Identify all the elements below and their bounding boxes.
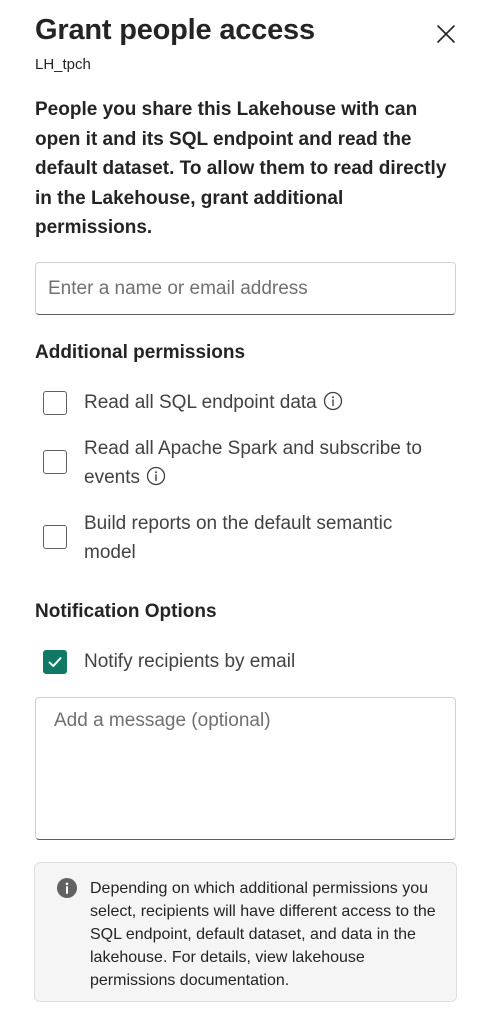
- permission-read-spark-checkbox[interactable]: [43, 450, 67, 474]
- notify-email-label[interactable]: Notify recipients by email: [84, 647, 454, 676]
- dialog-title: Grant people access: [35, 14, 315, 46]
- info-icon[interactable]: [323, 391, 343, 411]
- permissions-notice: Depending on which additional permission…: [34, 862, 457, 1002]
- permission-read-sql-checkbox[interactable]: [43, 391, 67, 415]
- permission-read-sql-row: [43, 391, 67, 415]
- additional-permissions-heading: Additional permissions: [35, 342, 246, 363]
- permission-build-reports-checkbox[interactable]: [43, 525, 67, 549]
- notify-email-row: [43, 650, 67, 674]
- permission-read-sql-label[interactable]: Read all SQL endpoint data: [84, 388, 454, 417]
- close-button[interactable]: [434, 22, 458, 46]
- recipient-search-input[interactable]: [35, 262, 456, 315]
- close-icon: [437, 25, 455, 43]
- permission-build-reports-label[interactable]: Build reports on the default semantic mo…: [84, 509, 434, 567]
- checkmark-icon: [48, 657, 62, 667]
- notify-email-checkbox[interactable]: [43, 650, 67, 674]
- info-icon[interactable]: [146, 466, 166, 486]
- notification-options-heading: Notification Options: [35, 601, 217, 622]
- notice-text: Depending on which additional permission…: [90, 880, 436, 989]
- item-name: LH_tpch: [35, 56, 91, 73]
- permission-read-spark-label[interactable]: Read all Apache Spark and subscribe to e…: [84, 434, 454, 492]
- intro-text: People you share this Lakehouse with can…: [35, 99, 447, 238]
- permission-read-spark-row: [43, 450, 67, 474]
- message-textarea[interactable]: [35, 697, 456, 840]
- permission-build-reports-row: [43, 525, 67, 549]
- info-filled-icon: [57, 878, 77, 898]
